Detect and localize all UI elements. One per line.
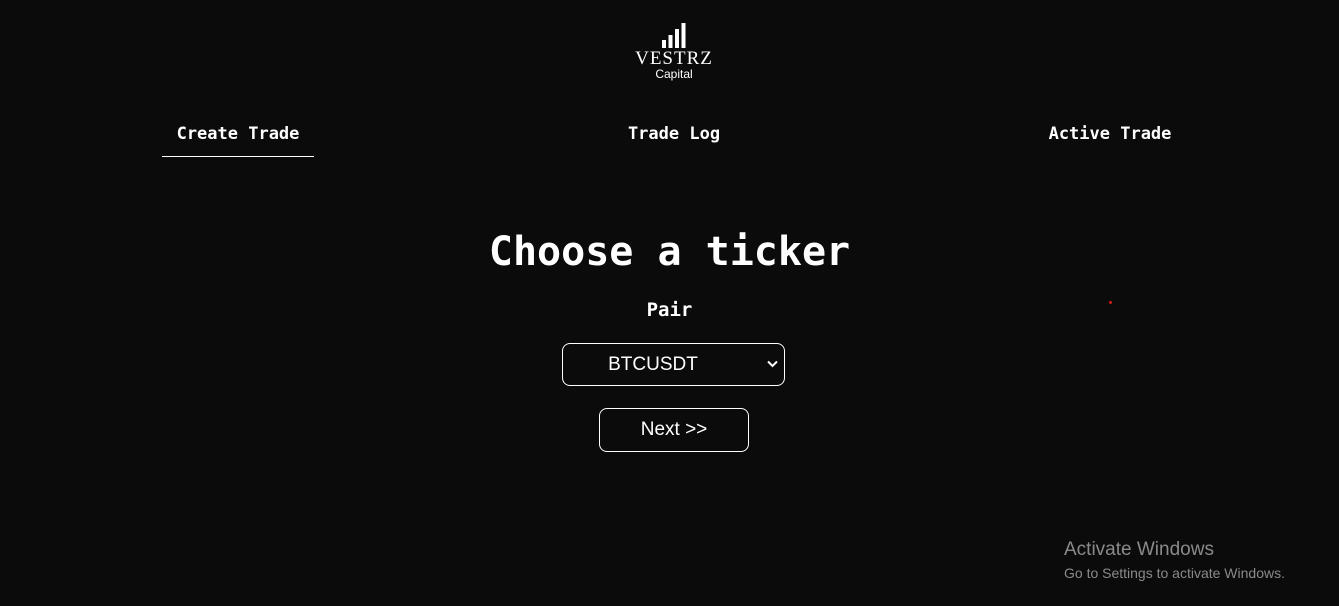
tab-active-trade[interactable]: Active Trade <box>1030 118 1190 156</box>
windows-activation-watermark: Activate Windows Go to Settings to activ… <box>1064 538 1285 584</box>
brand-logo[interactable]: VESTRZ Capital <box>610 22 738 81</box>
pair-select[interactable]: BTCUSDT <box>562 343 785 386</box>
app-page: VESTRZ Capital Create Trade Trade Log Ac… <box>0 0 1339 606</box>
next-button[interactable]: Next >> <box>599 408 749 452</box>
brand-subtitle: Capital <box>655 67 693 81</box>
chevron-down-icon <box>767 360 778 368</box>
pair-select-value: BTCUSDT <box>608 354 698 375</box>
watermark-subtitle: Go to Settings to activate Windows. <box>1064 565 1285 581</box>
signal-bars-icon <box>662 23 686 48</box>
tab-create-trade[interactable]: Create Trade <box>162 118 314 157</box>
watermark-title: Activate Windows <box>1064 539 1214 560</box>
red-dot <box>1109 301 1112 304</box>
pair-label: Pair <box>646 299 693 321</box>
page-title: Choose a ticker <box>488 229 851 275</box>
tab-trade-log[interactable]: Trade Log <box>599 118 749 156</box>
brand-name: VESTRZ <box>635 48 713 69</box>
main-nav: Create Trade Trade Log Active Trade <box>0 118 1339 158</box>
